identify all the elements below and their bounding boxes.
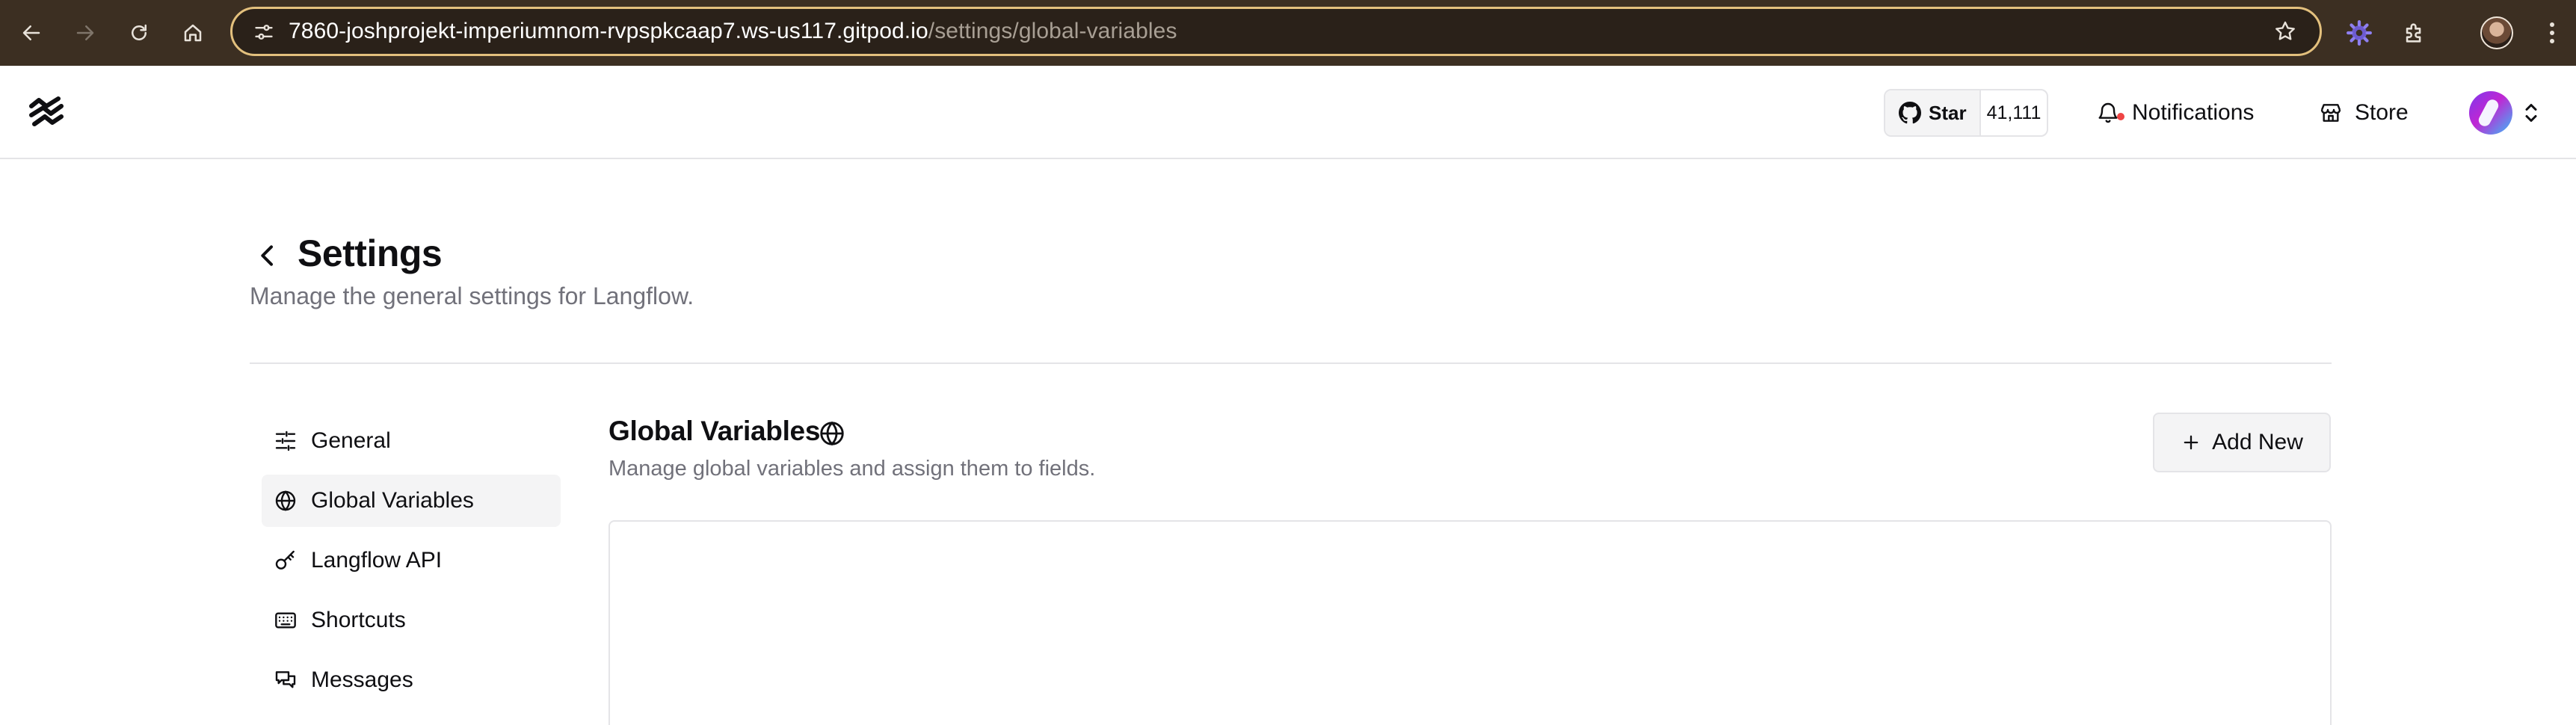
sidebar-item-label: Global Variables bbox=[311, 488, 474, 513]
sidebar-item-label: Langflow API bbox=[311, 548, 443, 573]
store-button[interactable]: Store bbox=[2319, 89, 2409, 137]
add-new-button[interactable]: Add New bbox=[2153, 413, 2331, 472]
back-arrow-icon[interactable] bbox=[13, 15, 49, 51]
home-icon[interactable] bbox=[175, 15, 211, 51]
sidebar-item-global-variables[interactable]: Global Variables bbox=[262, 475, 561, 527]
globe-icon bbox=[275, 490, 296, 511]
add-new-label: Add New bbox=[2212, 430, 2303, 454]
github-star[interactable]: Star bbox=[1885, 90, 1981, 135]
sidebar-item-shortcuts[interactable]: Shortcuts bbox=[262, 594, 561, 647]
user-avatar[interactable] bbox=[2469, 91, 2512, 135]
store-icon bbox=[2320, 104, 2341, 122]
url-text: 7860-joshprojekt-imperiumnom-rvpspkcaap7… bbox=[289, 9, 1177, 54]
sliders-icon bbox=[275, 431, 296, 451]
github-star-label: Star bbox=[1929, 101, 1967, 124]
url-path: /settings/global-variables bbox=[928, 19, 1177, 43]
messages-icon bbox=[275, 671, 296, 688]
keyboard-icon bbox=[275, 612, 296, 629]
section-description: Manage global variables and assign them … bbox=[608, 457, 1096, 481]
page-title: Settings bbox=[298, 232, 443, 274]
url-host: 7860-joshprojekt-imperiumnom-rvpspkcaap7… bbox=[289, 19, 928, 43]
page-subtitle: Manage the general settings for Langflow… bbox=[250, 283, 694, 309]
site-info-icon[interactable] bbox=[253, 22, 274, 43]
global-variables-table[interactable] bbox=[608, 520, 2332, 725]
sidebar-item-label: Messages bbox=[311, 667, 413, 692]
sidebar-item-messages[interactable]: Messages bbox=[262, 654, 561, 706]
sidebar-item-general[interactable]: General bbox=[262, 415, 561, 467]
extension-gear-icon[interactable] bbox=[2343, 16, 2376, 49]
forward-arrow-icon[interactable] bbox=[67, 15, 103, 51]
sidebar-item-label: Shortcuts bbox=[311, 608, 406, 632]
bell-icon bbox=[2096, 101, 2124, 125]
key-icon bbox=[275, 550, 295, 570]
sidebar-item-langflow-api[interactable]: Langflow API bbox=[262, 534, 561, 587]
plus-icon bbox=[2184, 435, 2198, 450]
github-icon bbox=[1899, 102, 1921, 124]
divider bbox=[250, 362, 2332, 364]
github-star-count: 41,111 bbox=[1986, 102, 2042, 123]
langflow-logo[interactable] bbox=[28, 96, 64, 129]
notifications-label: Notifications bbox=[2132, 100, 2255, 125]
section-title: Global Variables bbox=[608, 416, 821, 446]
extensions-puzzle-icon[interactable] bbox=[2398, 16, 2431, 49]
github-star-button[interactable]: Star 41,111 bbox=[1884, 89, 2048, 137]
app-header: Star 41,111 Notifications Store bbox=[0, 66, 2576, 159]
browser-toolbar: 7860-joshprojekt-imperiumnom-rvpspkcaap7… bbox=[0, 0, 2576, 66]
store-label: Store bbox=[2355, 100, 2409, 125]
back-chevron-icon[interactable] bbox=[253, 241, 283, 271]
address-bar[interactable]: 7860-joshprojekt-imperiumnom-rvpspkcaap7… bbox=[230, 7, 2322, 56]
sidebar-item-label: General bbox=[311, 428, 391, 453]
reload-icon[interactable] bbox=[121, 15, 157, 51]
chevron-up-down-icon[interactable] bbox=[2522, 102, 2540, 124]
notifications-button[interactable]: Notifications bbox=[2096, 89, 2254, 137]
menu-dots-icon[interactable] bbox=[2536, 16, 2569, 49]
bookmark-star-icon[interactable] bbox=[2273, 19, 2297, 43]
notification-dot bbox=[2117, 113, 2124, 120]
profile-avatar[interactable] bbox=[2480, 16, 2513, 49]
globe-icon bbox=[820, 421, 844, 446]
